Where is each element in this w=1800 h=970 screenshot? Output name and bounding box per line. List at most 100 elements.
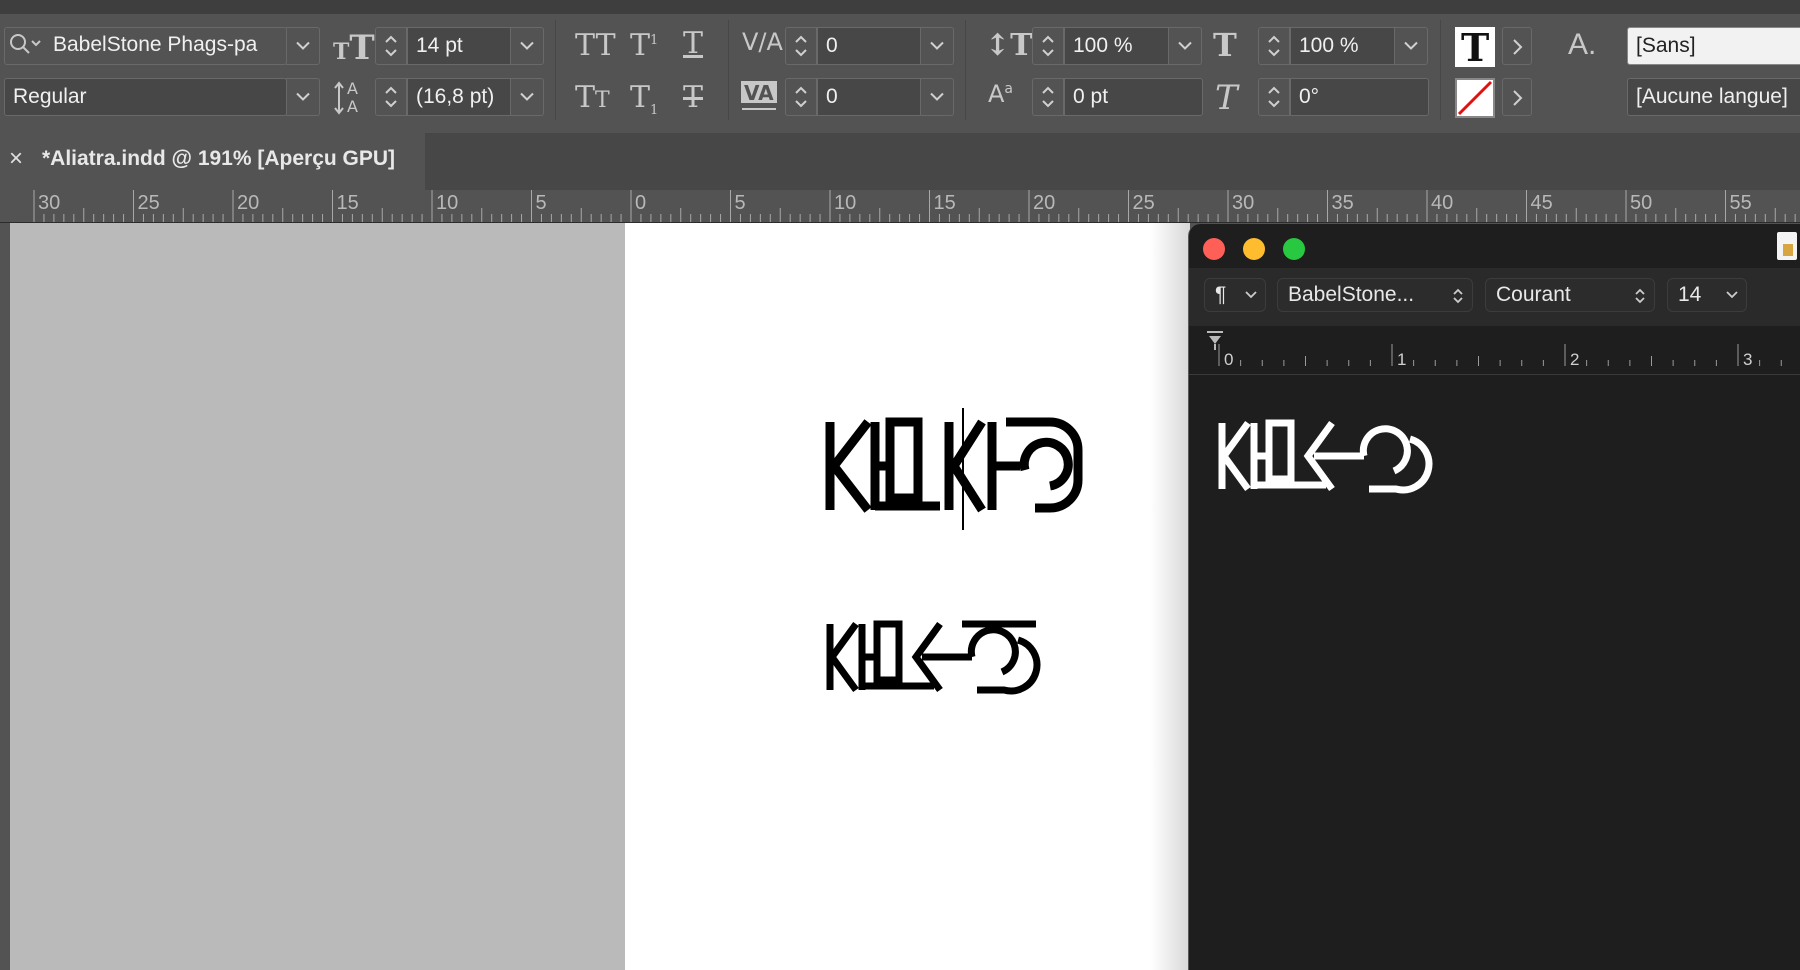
phagspa-text-line-2[interactable]: [822, 610, 1052, 705]
font-family-label: BabelStone...: [1288, 283, 1415, 306]
divider: [965, 20, 966, 120]
tracking-input[interactable]: 0: [817, 78, 921, 116]
baseline-shift-icon: Aa: [988, 80, 1014, 108]
vertical-scale-input[interactable]: 100 %: [1064, 27, 1169, 65]
ruler-label: 25: [137, 192, 160, 214]
kerning-stepper[interactable]: [785, 27, 817, 65]
leading-icon: AA: [333, 78, 369, 120]
baseline-shift-stepper[interactable]: [1032, 78, 1064, 116]
font-size-icon: TT: [333, 28, 375, 68]
ruler-label: 30: [38, 192, 61, 214]
document-proxy-icon[interactable]: [1777, 232, 1797, 260]
skew-stepper[interactable]: [1258, 78, 1290, 116]
ruler-label: 40: [1431, 192, 1454, 214]
phagspa-text-line-1[interactable]: [820, 400, 1110, 545]
font-size-combo[interactable]: 14: [1667, 278, 1747, 312]
underline-icon[interactable]: T: [683, 26, 703, 61]
divider: [555, 20, 556, 120]
editor-ruler[interactable]: 0 1 2 3: [1189, 326, 1800, 375]
ruler-label: 10: [436, 192, 459, 214]
svg-text:A: A: [347, 79, 358, 98]
leading-input[interactable]: (16,8 pt): [407, 78, 511, 116]
leading-dropdown[interactable]: [510, 78, 544, 116]
ruler-label: 45: [1530, 192, 1553, 214]
editor-ruler-ticks: [1218, 344, 1782, 366]
font-family-dropdown[interactable]: [286, 27, 320, 65]
strikethrough-icon[interactable]: T: [683, 80, 703, 115]
page-shadow: [1150, 223, 1190, 970]
font-family-popup[interactable]: BabelStone...: [1277, 278, 1473, 312]
minimize-window-button[interactable]: [1243, 238, 1265, 260]
vertical-scale-dropdown[interactable]: [1168, 27, 1202, 65]
horizontal-scale-icon: T: [1213, 26, 1237, 64]
vertical-scale-stepper[interactable]: [1032, 27, 1064, 65]
text-fill-icon: T: [1461, 25, 1490, 70]
kerning-icon: V/A: [742, 28, 783, 56]
fill-swatch[interactable]: T: [1455, 25, 1495, 70]
font-size-dropdown[interactable]: [510, 27, 544, 65]
skew-icon: T: [1215, 78, 1238, 118]
editor-ruler-label: 1: [1397, 350, 1407, 369]
font-style-label: Courant: [1496, 283, 1571, 306]
paragraph-style-menu[interactable]: ¶: [1204, 278, 1266, 312]
vertical-ruler[interactable]: [0, 223, 10, 970]
fill-menu-button[interactable]: [1502, 27, 1532, 65]
kerning-input[interactable]: 0: [817, 27, 921, 65]
stroke-swatch[interactable]: [1455, 78, 1495, 118]
ruler-label: 30: [1232, 192, 1255, 214]
superscript-icon[interactable]: T1: [630, 28, 658, 63]
ruler-label: 20: [237, 192, 260, 214]
horizontal-scale-dropdown[interactable]: [1394, 27, 1428, 65]
font-style-dropdown[interactable]: [286, 78, 320, 116]
font-size-stepper[interactable]: [375, 27, 407, 65]
stroke-menu-button[interactable]: [1502, 78, 1532, 116]
editor-ruler-label: 2: [1570, 350, 1580, 369]
small-caps-icon[interactable]: TT: [575, 80, 610, 115]
horizontal-ruler[interactable]: 30 25 20 15 10 5 0 5 10 15 20 25 30 35 40 45 50 55: [0, 190, 1800, 223]
ruler-label: 55: [1729, 192, 1752, 214]
editor-text-area[interactable]: [1214, 409, 1444, 504]
pasteboard: [10, 223, 625, 970]
ruler-label: 5: [535, 192, 547, 214]
subscript-icon[interactable]: T1: [630, 80, 658, 118]
ruler-label: 5: [734, 192, 746, 214]
document-title: *Aliatra.indd @ 191% [Aperçu GPU]: [42, 147, 396, 170]
svg-text:VA: VA: [744, 81, 774, 105]
skew-input[interactable]: 0°: [1290, 78, 1429, 116]
font-size-input[interactable]: 14 pt: [407, 27, 511, 65]
close-tab-icon[interactable]: ×: [9, 145, 23, 173]
updown-chevron-icon: [1453, 288, 1463, 304]
updown-chevron-icon: [1635, 288, 1645, 304]
tracking-icon: VA: [740, 80, 778, 118]
character-style-field[interactable]: [Sans]: [1627, 27, 1800, 65]
ruler-label: 20: [1033, 192, 1056, 214]
font-style-popup[interactable]: Courant: [1485, 278, 1655, 312]
tracking-dropdown[interactable]: [920, 78, 954, 116]
vertical-scale-icon: ↕T: [985, 28, 1033, 63]
ruler-label: 15: [933, 192, 956, 214]
leading-stepper[interactable]: [375, 78, 407, 116]
font-style-field[interactable]: Regular: [4, 78, 287, 116]
tracking-stepper[interactable]: [785, 78, 817, 116]
font-family-frame: [4, 27, 287, 65]
font-size-label: 14: [1678, 283, 1702, 306]
divider: [1440, 20, 1441, 120]
chevron-down-icon: [1726, 291, 1738, 299]
kerning-dropdown[interactable]: [920, 27, 954, 65]
horizontal-scale-stepper[interactable]: [1258, 27, 1290, 65]
baseline-shift-input[interactable]: 0 pt: [1064, 78, 1203, 116]
chevron-down-icon: [1245, 291, 1257, 299]
svg-text:A: A: [347, 97, 358, 116]
document-tab[interactable]: × *Aliatra.indd @ 191% [Aperçu GPU]: [0, 133, 425, 190]
zoom-window-button[interactable]: [1283, 238, 1305, 260]
editor-ruler-label: 0: [1224, 350, 1234, 369]
phagspa-glyphs-large: [825, 408, 1083, 530]
all-caps-icon[interactable]: TT: [575, 28, 616, 63]
document-page[interactable]: [625, 223, 1190, 970]
ruler-label: 50: [1630, 192, 1653, 214]
language-field[interactable]: [Aucune langue]: [1627, 78, 1800, 116]
text-editor-window: ¶ BabelStone... Courant 14 0 1 2 3: [1188, 224, 1800, 970]
horizontal-scale-input[interactable]: 100 %: [1290, 27, 1395, 65]
close-window-button[interactable]: [1203, 238, 1225, 260]
character-style-icon: A.: [1568, 28, 1597, 61]
